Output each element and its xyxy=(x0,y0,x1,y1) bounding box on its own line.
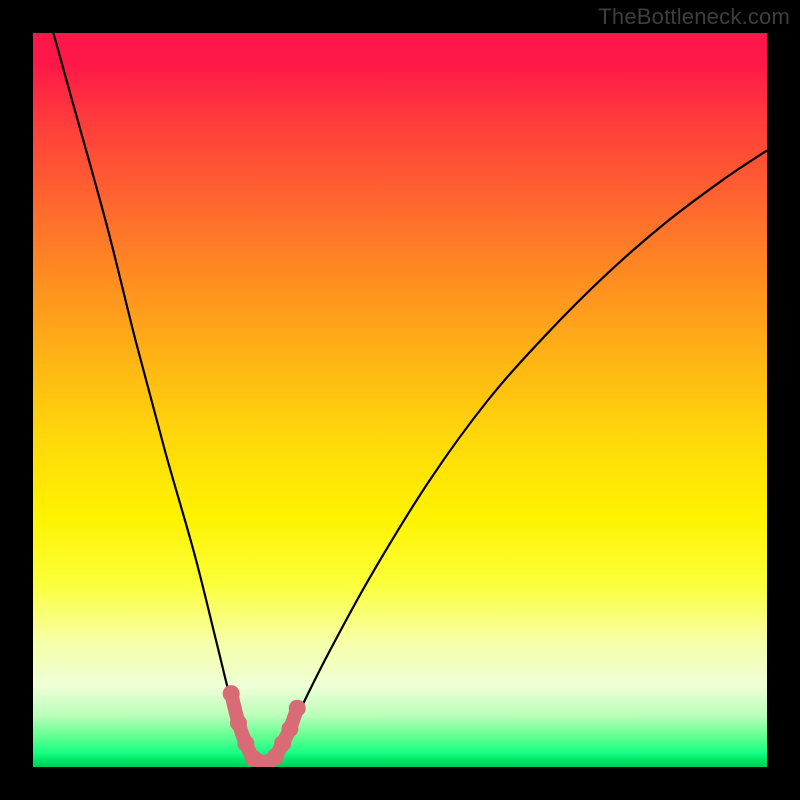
chart-frame: TheBottleneck.com xyxy=(0,0,800,800)
watermark-text: TheBottleneck.com xyxy=(598,4,790,30)
curve-layer xyxy=(33,33,767,767)
optimal-range-highlight xyxy=(223,685,306,767)
bottleneck-curve xyxy=(33,33,767,766)
plot-area xyxy=(33,33,767,767)
